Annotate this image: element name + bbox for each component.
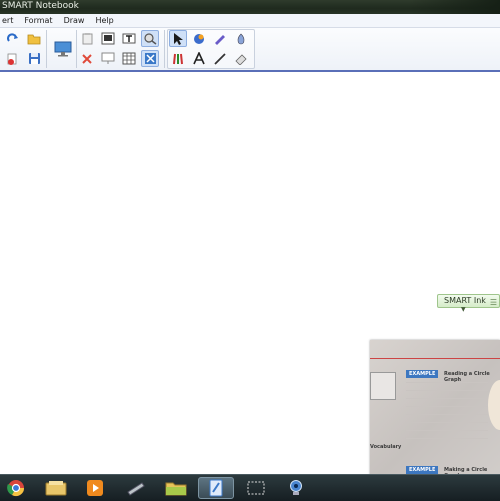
grip-icon[interactable]: ☰: [490, 297, 497, 309]
media-player-icon[interactable]: [77, 477, 113, 499]
notebook-icon[interactable]: [198, 477, 234, 499]
example-banner: EXAMPLE: [406, 466, 439, 474]
window-title-bar[interactable]: SMART Notebook: [0, 0, 500, 14]
dropdown-arrow-icon[interactable]: ▼: [461, 304, 466, 316]
cursor-arrow-icon: [174, 32, 183, 45]
folder-icon[interactable]: [158, 477, 194, 499]
redo-button[interactable]: [4, 30, 22, 47]
capture-icon[interactable]: [238, 477, 274, 499]
text-tool-button[interactable]: [190, 50, 208, 67]
folder-open-icon: [27, 34, 41, 44]
toolbar-separator: [164, 30, 165, 68]
pen-tool-button[interactable]: [190, 30, 208, 47]
toolbar-separator: [76, 30, 77, 68]
menu-format[interactable]: Format: [22, 16, 54, 25]
delete-page-button[interactable]: [4, 50, 22, 67]
fill-button[interactable]: [141, 30, 159, 47]
clipboard-icon: [82, 33, 92, 45]
taskbar: [0, 474, 500, 501]
highlighter-icon: [215, 35, 225, 45]
picture-icon: [101, 32, 115, 45]
menu-bar: ert Format Draw Help: [0, 14, 500, 28]
toolbar: [0, 28, 500, 72]
save-icon: [28, 53, 40, 64]
insert-table-button[interactable]: [120, 50, 138, 67]
margin-label: Vocabulary: [370, 444, 402, 450]
line-icon: [214, 53, 226, 65]
select-tool-button[interactable]: [169, 30, 187, 47]
save-button[interactable]: [25, 50, 43, 67]
pens-button[interactable]: [169, 50, 187, 67]
title-bar-background: [410, 0, 500, 14]
full-screen-button[interactable]: [141, 50, 159, 67]
pens-icon: [173, 53, 183, 65]
document-icon[interactable]: [118, 477, 154, 499]
text-a-icon: [193, 52, 205, 65]
full-screen-icon: [144, 53, 156, 64]
monitor-icon: [54, 41, 72, 57]
text-box-icon: [122, 33, 136, 44]
table-icon: [122, 52, 136, 65]
page-rule: [370, 358, 500, 359]
delete-page-icon: [7, 53, 17, 65]
smart-ink-widget[interactable]: SMART Ink ▼ ☰: [437, 294, 500, 313]
magic-pen-icon: [237, 33, 245, 45]
webcam-icon[interactable]: [278, 477, 314, 499]
insert-text-button[interactable]: [120, 30, 138, 47]
eraser-tool-button[interactable]: [232, 50, 250, 67]
text-lines: [406, 382, 488, 442]
example-banner: EXAMPLE: [406, 370, 439, 378]
library-icon[interactable]: [38, 477, 74, 499]
close-icon: [82, 53, 92, 64]
magic-pen-button[interactable]: [232, 30, 250, 47]
line-tool-button[interactable]: [211, 50, 229, 67]
circle-graph-image: [488, 380, 500, 430]
toolbar-separator: [46, 30, 47, 68]
screen-display-button[interactable]: [52, 38, 74, 60]
insert-picture-button[interactable]: [99, 30, 117, 47]
redo-icon: [7, 32, 18, 42]
side-note-box: [370, 372, 396, 400]
magnifier-icon: [144, 33, 157, 45]
menu-draw[interactable]: Draw: [62, 16, 87, 25]
chrome-icon[interactable]: [0, 477, 34, 499]
menu-help[interactable]: Help: [93, 16, 115, 25]
eraser-icon: [235, 54, 247, 65]
screen-shade-button[interactable]: [99, 50, 117, 67]
screen-shade-icon: [101, 52, 115, 64]
menu-insert[interactable]: ert: [0, 16, 15, 25]
open-file-button[interactable]: [25, 30, 43, 47]
window-title: SMART Notebook: [2, 1, 79, 11]
clear-page-button[interactable]: [78, 50, 96, 67]
highlighter-tool-button[interactable]: [211, 30, 229, 47]
creative-pen-icon: [194, 34, 204, 44]
paste-button[interactable]: [78, 30, 96, 47]
